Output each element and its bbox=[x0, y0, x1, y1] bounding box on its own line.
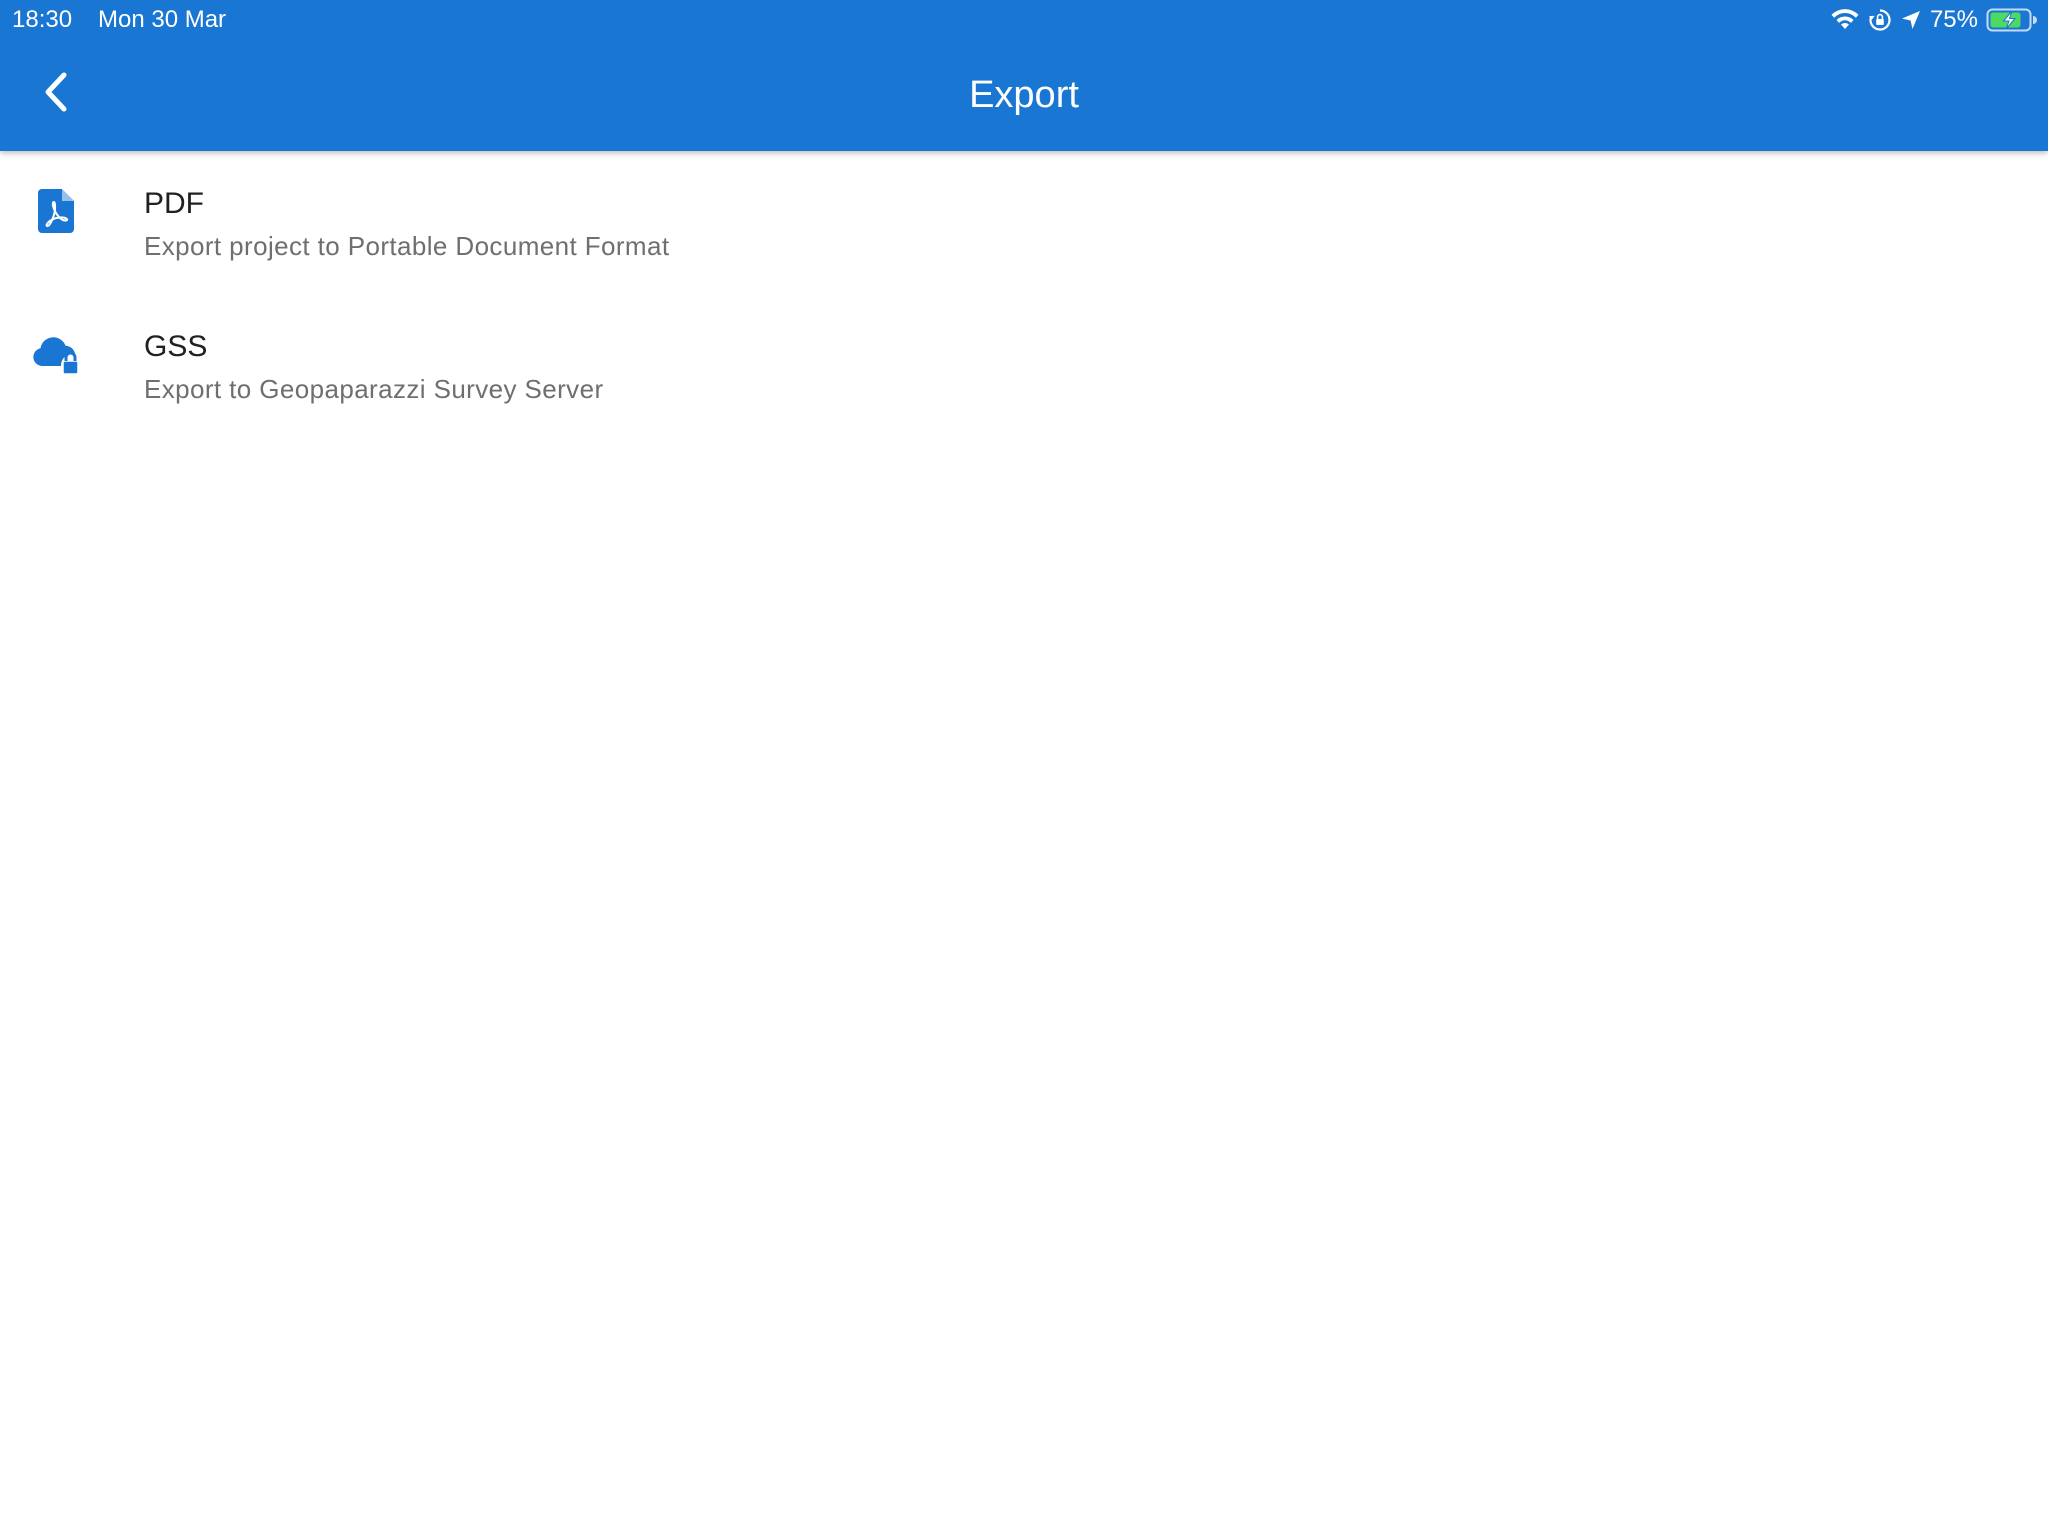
status-indicators: 75% bbox=[1830, 4, 2038, 36]
export-option-subtitle: Export project to Portable Document Form… bbox=[144, 231, 670, 261]
app-bar: Export bbox=[0, 40, 2048, 151]
location-arrow-icon bbox=[1900, 9, 1922, 31]
page-title: Export bbox=[969, 74, 1079, 116]
battery-percentage: 75% bbox=[1929, 6, 1978, 33]
status-date: Mon 30 Mar bbox=[98, 6, 227, 33]
chevron-left-icon bbox=[38, 70, 74, 119]
back-button[interactable] bbox=[24, 62, 88, 126]
app-header: 18:30 Mon 30 Mar 75% Export bbox=[0, 0, 2048, 151]
status-time: 18:30 bbox=[12, 6, 73, 33]
battery-charging-icon bbox=[1986, 7, 2038, 33]
export-option-title: PDF bbox=[144, 187, 204, 220]
export-option-title: GSS bbox=[144, 330, 208, 363]
pdf-file-icon bbox=[30, 185, 82, 237]
export-options-list: PDF Export project to Portable Document … bbox=[0, 151, 2048, 437]
export-option-subtitle: Export to Geopaparazzi Survey Server bbox=[144, 374, 604, 404]
orientation-lock-icon bbox=[1868, 8, 1892, 32]
export-option-pdf[interactable]: PDF Export project to Portable Document … bbox=[0, 151, 2048, 294]
wifi-icon bbox=[1830, 8, 1860, 32]
cloud-lock-icon bbox=[30, 328, 82, 380]
export-option-gss[interactable]: GSS Export to Geopaparazzi Survey Server bbox=[0, 294, 2048, 437]
status-bar: 18:30 Mon 30 Mar 75% bbox=[0, 0, 2048, 40]
